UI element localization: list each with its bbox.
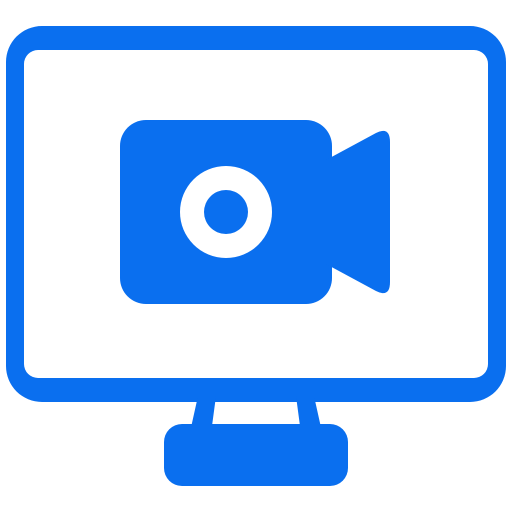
- record-dot-icon: [204, 190, 248, 234]
- video-camera-viewfinder: [326, 130, 390, 294]
- icon-canvas: [0, 0, 512, 512]
- monitor-stand-base: [164, 424, 348, 486]
- monitor-video-camera-icon: [6, 26, 506, 486]
